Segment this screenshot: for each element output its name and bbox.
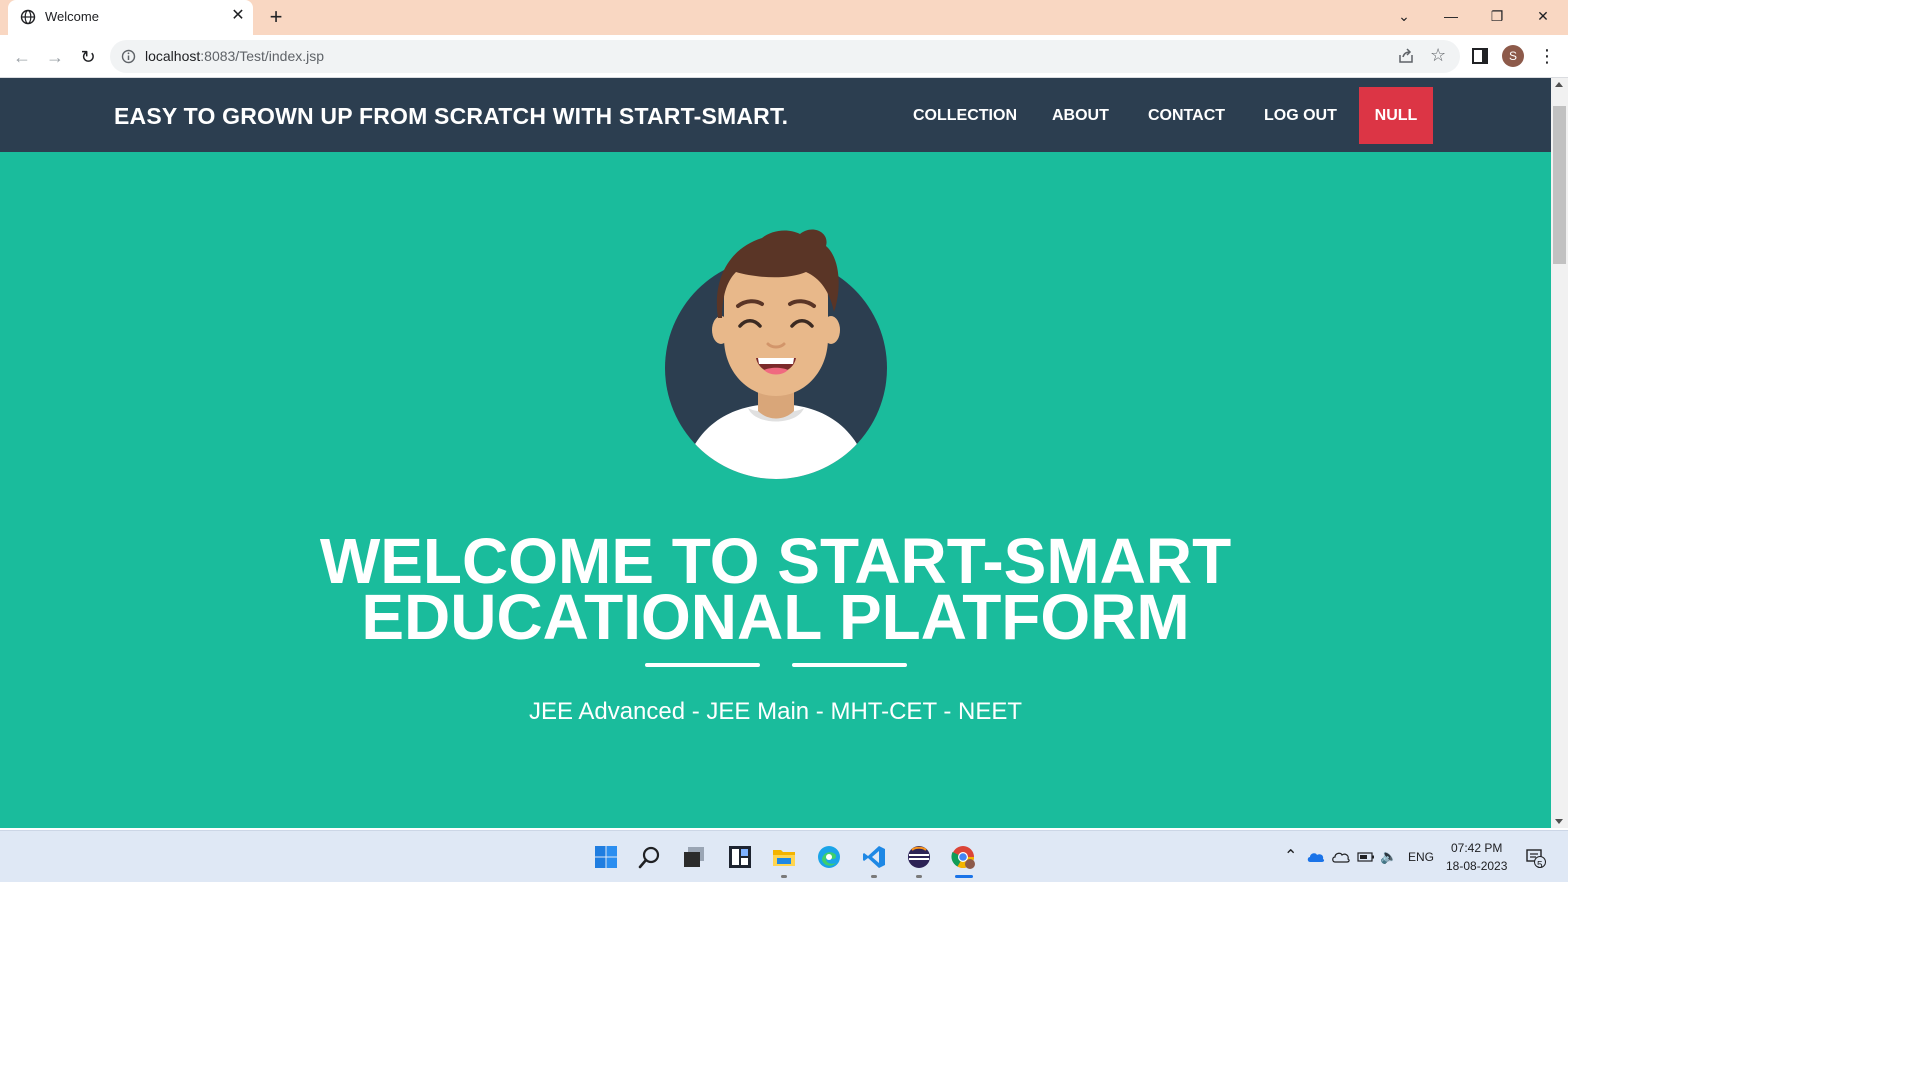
browser-toolbar: ← → ↻ localhost:8083/Test/index.jsp ☆ S … bbox=[0, 35, 1568, 78]
restore-icon[interactable]: ❐ bbox=[1474, 0, 1520, 33]
browser-titlebar: Welcome ✕ + ⌄ — ❐ ✕ bbox=[0, 0, 1568, 35]
vscode-icon[interactable] bbox=[862, 845, 886, 869]
nav-link-contact[interactable]: CONTACT bbox=[1148, 107, 1225, 125]
vertical-scrollbar[interactable] bbox=[1551, 78, 1568, 828]
onedrive-sync-icon[interactable] bbox=[1332, 849, 1350, 865]
search-icon[interactable] bbox=[638, 845, 662, 869]
eclipse-icon[interactable] bbox=[907, 845, 931, 869]
widgets-icon[interactable] bbox=[728, 845, 752, 869]
close-window-icon[interactable]: ✕ bbox=[1520, 0, 1566, 33]
url-host: localhost bbox=[145, 48, 201, 64]
battery-icon[interactable] bbox=[1357, 850, 1375, 864]
browser-tab[interactable]: Welcome ✕ bbox=[8, 0, 253, 35]
active-indicator bbox=[955, 875, 973, 878]
hero-subtitle: JEE Advanced - JEE Main - MHT-CET - NEET bbox=[528, 698, 1023, 725]
hero-title-line-2: EDUCATIONAL PLATFORM bbox=[361, 581, 1190, 653]
minimize-icon[interactable]: — bbox=[1428, 0, 1474, 33]
running-indicator bbox=[871, 875, 877, 878]
back-arrow-icon[interactable]: ← bbox=[10, 45, 34, 69]
scroll-down-arrow-icon[interactable] bbox=[1555, 819, 1563, 824]
task-view-icon[interactable] bbox=[682, 845, 706, 869]
notification-icon[interactable] bbox=[1526, 848, 1546, 868]
chevron-up-icon[interactable]: ⌃ bbox=[1284, 846, 1297, 866]
language-indicator[interactable]: ENG bbox=[1408, 850, 1434, 864]
file-explorer-icon[interactable] bbox=[772, 845, 796, 869]
tab-search-icon[interactable]: ⌄ bbox=[1381, 0, 1427, 33]
avatar-illustration bbox=[665, 229, 887, 479]
edge-browser-icon[interactable] bbox=[817, 845, 841, 869]
site-navbar: EASY TO GROWN UP FROM SCRATCH WITH START… bbox=[0, 78, 1551, 152]
nav-link-collection[interactable]: COLLECTION bbox=[913, 107, 1017, 125]
hero-title: WELCOME TO START-SMART EDUCATIONAL PLATF… bbox=[0, 529, 1551, 653]
clock-time[interactable]: 07:42 PM bbox=[1451, 841, 1502, 855]
bookmark-star-icon[interactable]: ☆ bbox=[1430, 45, 1446, 66]
running-indicator bbox=[781, 875, 787, 878]
profile-avatar[interactable]: S bbox=[1502, 45, 1524, 67]
globe-icon bbox=[20, 9, 36, 25]
volume-icon[interactable]: 🔈 bbox=[1380, 848, 1397, 865]
nav-link-about[interactable]: ABOUT bbox=[1052, 107, 1109, 125]
chrome-icon[interactable] bbox=[951, 845, 975, 869]
divider-left bbox=[645, 663, 760, 667]
notification-count: 5 bbox=[1537, 860, 1543, 871]
user-button[interactable]: NULL bbox=[1359, 87, 1433, 144]
share-icon[interactable] bbox=[1397, 47, 1415, 65]
close-tab-icon[interactable]: ✕ bbox=[229, 7, 247, 25]
address-bar[interactable]: localhost:8083/Test/index.jsp ☆ bbox=[110, 40, 1460, 73]
forward-arrow-icon[interactable]: → bbox=[43, 45, 67, 69]
onedrive-icon[interactable] bbox=[1307, 849, 1325, 865]
new-tab-icon[interactable]: + bbox=[264, 6, 288, 30]
divider-right bbox=[792, 663, 907, 667]
clock-date[interactable]: 18-08-2023 bbox=[1446, 859, 1507, 873]
url-text[interactable]: localhost:8083/Test/index.jsp bbox=[145, 48, 324, 64]
nav-link-logout[interactable]: LOG OUT bbox=[1264, 107, 1337, 125]
scroll-up-arrow-icon[interactable] bbox=[1555, 82, 1563, 87]
url-path: :8083/Test/index.jsp bbox=[200, 48, 325, 64]
page-viewport: EASY TO GROWN UP FROM SCRATCH WITH START… bbox=[0, 78, 1551, 828]
reload-icon[interactable]: ↻ bbox=[76, 45, 100, 69]
side-panel-icon[interactable] bbox=[1472, 48, 1488, 64]
kebab-menu-icon[interactable]: ⋮ bbox=[1538, 44, 1556, 68]
windows-taskbar: ⌃ 🔈 ENG 07:42 PM 18-08-2023 5 bbox=[0, 830, 1568, 882]
scrollbar-thumb[interactable] bbox=[1553, 106, 1566, 264]
tab-title: Welcome bbox=[45, 9, 99, 24]
site-brand[interactable]: EASY TO GROWN UP FROM SCRATCH WITH START… bbox=[114, 103, 788, 130]
site-info-icon[interactable] bbox=[121, 49, 136, 64]
running-indicator bbox=[916, 875, 922, 878]
windows-start-icon[interactable] bbox=[594, 845, 618, 869]
